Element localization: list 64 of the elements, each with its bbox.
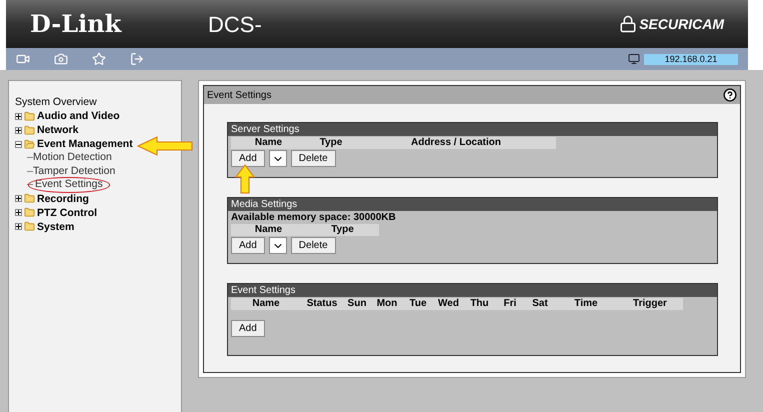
tree-item[interactable]: System: [15, 220, 74, 234]
folder-icon: [24, 124, 35, 136]
column-header: Type: [330, 224, 355, 236]
tree-item[interactable]: Event Management: [15, 137, 133, 151]
arrow-drawing: [235, 164, 255, 194]
exit-icon[interactable]: [130, 52, 144, 66]
model-name: DCS-: [208, 10, 262, 38]
lock-icon: [619, 15, 638, 33]
action-button[interactable]: Delete: [290, 150, 336, 167]
folder-icon: [24, 110, 35, 122]
monitor-icon: [628, 53, 640, 65]
action-button[interactable]: Add: [231, 320, 265, 337]
help-icon[interactable]: [723, 88, 737, 102]
tree-label: System: [37, 220, 74, 234]
dropdown-select[interactable]: [268, 237, 287, 254]
column-header: Time: [573, 298, 599, 310]
column-header: Type: [318, 137, 344, 149]
column-header: Sat: [531, 298, 549, 310]
folder-icon: [24, 207, 35, 218]
tree-item[interactable]: PTZ Control: [15, 206, 98, 220]
action-button[interactable]: Delete: [290, 237, 336, 254]
column-header: Fri: [502, 298, 518, 310]
sidebar-title: System Overview: [15, 95, 98, 109]
column-header: Wed: [437, 298, 460, 310]
action-button[interactable]: Add: [231, 237, 265, 254]
collapse-icon[interactable]: [15, 140, 22, 148]
column-header: Name: [251, 298, 281, 310]
folder-icon: [24, 138, 35, 150]
tree-label: Recording: [37, 192, 89, 206]
tree-sub-item[interactable]: Motion Detection: [33, 151, 112, 164]
action-button[interactable]: Add: [231, 150, 265, 167]
column-header: Thu: [469, 298, 490, 310]
star-icon[interactable]: [92, 52, 106, 66]
section-title: Media Settings: [228, 198, 717, 211]
tree-label: Audio and Video: [37, 109, 120, 123]
column-header: Name: [254, 224, 284, 236]
folder-icon: [24, 221, 35, 232]
product-logo: SECURICAM: [639, 14, 724, 34]
memory-info: Available memory space: 30000KB: [231, 212, 397, 224]
video-camera-icon[interactable]: [16, 52, 30, 66]
tree-item[interactable]: Recording: [15, 192, 89, 206]
section-title: Event Settings: [228, 284, 717, 297]
tree-label: PTZ Control: [37, 206, 98, 220]
dropdown-select[interactable]: [268, 150, 287, 167]
arrow-drawing: [137, 136, 193, 156]
tree-item[interactable]: Audio and Video: [15, 109, 120, 123]
ip-address: 192.168.0.21: [644, 54, 738, 64]
column-header: Sun: [346, 298, 368, 310]
column-header: Name: [254, 137, 284, 149]
column-header: Mon: [376, 298, 398, 310]
panel-title: Event Settings: [207, 88, 272, 102]
brand-logo: D-Link: [30, 8, 123, 40]
column-header: Tue: [408, 298, 428, 310]
tree-sub-item[interactable]: Event Settings: [29, 178, 109, 192]
column-header: Address / Location: [410, 137, 502, 149]
tree-item[interactable]: Network: [15, 123, 78, 137]
camera-icon[interactable]: [54, 52, 68, 66]
column-header: Trigger: [632, 298, 668, 310]
folder-icon: [24, 193, 35, 204]
tree-label: Network: [37, 123, 78, 137]
section-title: Server Settings: [228, 123, 717, 136]
tree-sub-item[interactable]: Tamper Detection: [33, 164, 116, 178]
tree-label: Event Management: [37, 137, 133, 151]
column-header: Status: [306, 298, 338, 310]
